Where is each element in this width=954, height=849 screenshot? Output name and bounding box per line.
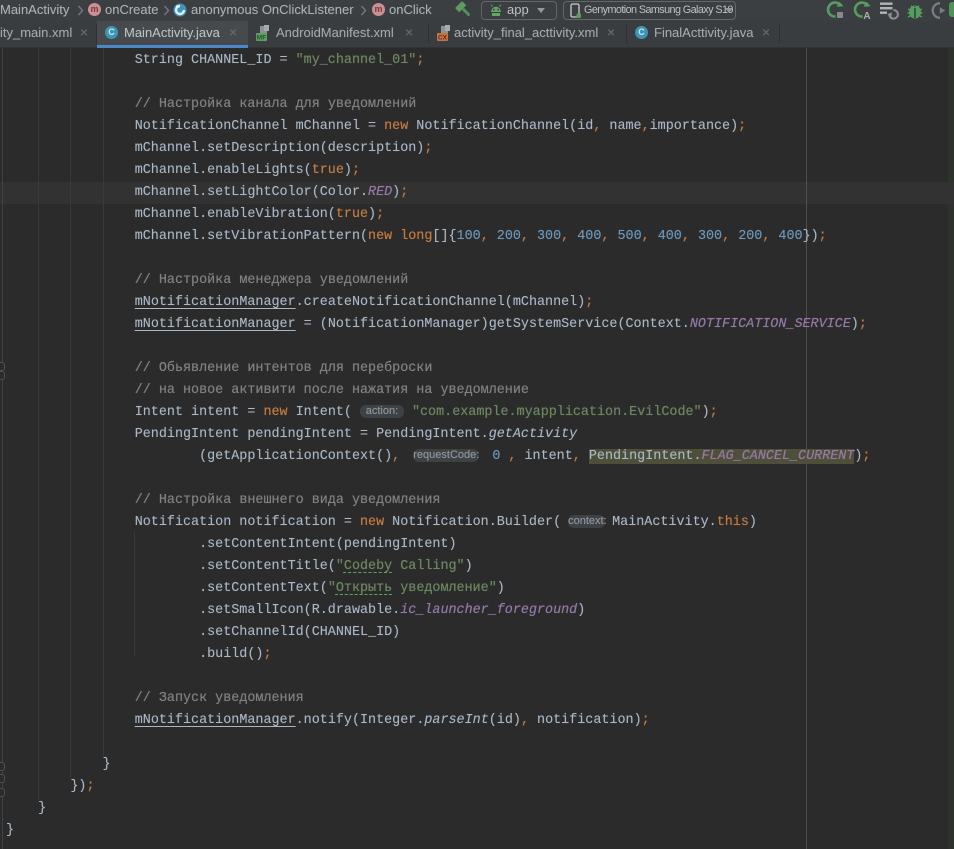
svg-text:A: A — [863, 11, 870, 20]
svg-text:CX: CX — [438, 35, 448, 42]
svg-text:MF: MF — [257, 35, 266, 42]
